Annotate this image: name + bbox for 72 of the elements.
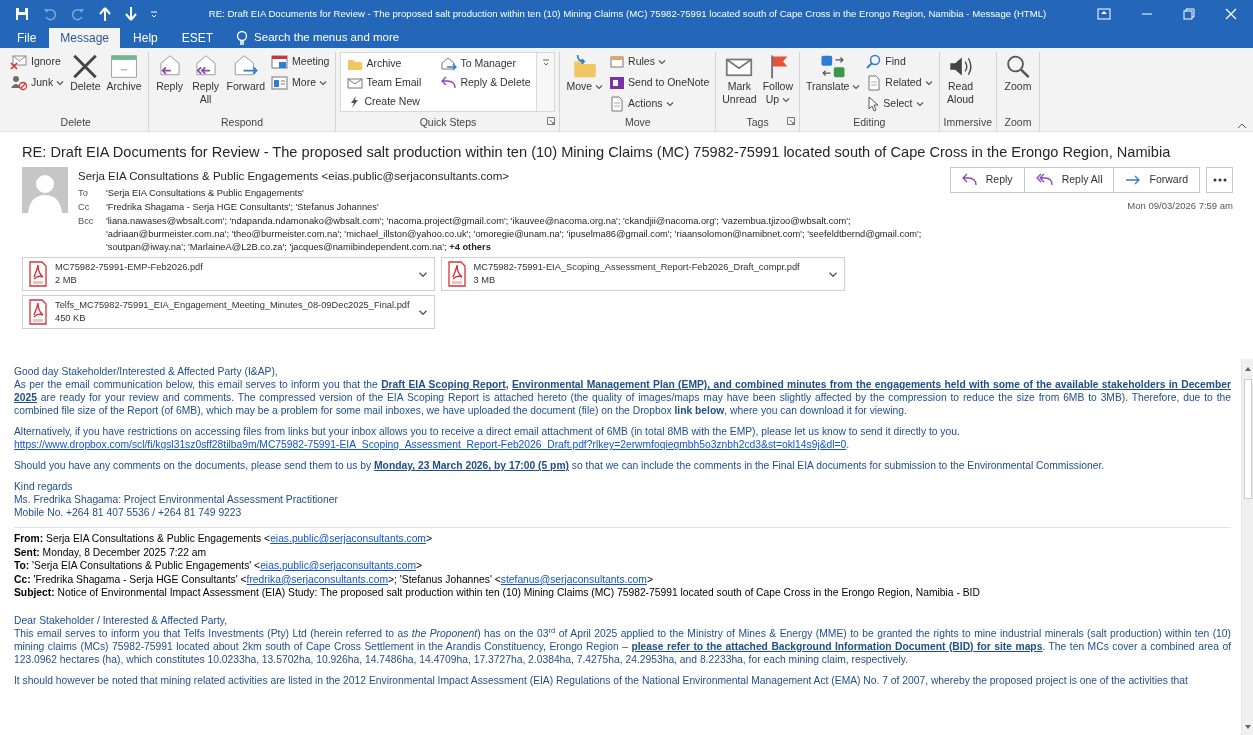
- ribbon-button[interactable]: Reply & Delete: [439, 73, 533, 92]
- ribbon-button[interactable]: Reply: [152, 52, 187, 115]
- body-text: This email serves to inform you that Telfs Investments (Pty) Ltd (herein referred to as the Proponent) has on the 03$^{rd}$ of April 2025 applied to the Ministry of Mines & Energy (MME) to be granted the rights to mine industrial minerals (salt production) within ten (10) mining claims (MCs) 75982-75991 located about 2km south of Cape Cross Settlement in the Arandis Constituency, Erongo Region – please refer to the attached Background Information Document (BID) for site maps. The ten MCs cover a combined area of 123.0962 hectares (ha), which constitutes 10.0233ha, 13.5702ha, 10.926ha, 14.7486ha, 14.4709ha, 17.3727ha, 2.0384ha, 7.4275ha, 24.2953ha, and 8.2233ha, for each mining claim, respectively.: [14, 626, 1231, 666]
- group-label: Delete: [60, 116, 91, 128]
- link[interactable]: stefanus@serjaconsultants.com: [500, 573, 647, 585]
- ribbon-button[interactable]: Create New: [345, 92, 426, 111]
- group-label: Move: [625, 116, 651, 128]
- ribbon-button[interactable]: Translate: [804, 52, 863, 115]
- recipient-list: 'liana.nawases@wbsalt.com'; 'ndapanda.ndamonako@wbsalt.com'; 'nacoma.project@gmail.com'; 'ikauvee@nacoma.org.na'; 'ckandjii@nacoma.org'; 'vazembua.tjizoo@wbsalt.com'; 'adriaan@burmeister.com.na'; 'theo@burmeister.com.na'; 'michael_illston@yahoo.co.uk'; 'omoregie@unam.na'; 'ipuselma86@gmail.com'; 'riaansolomon@namibnet.com'; 'seefeldtbernd@gmail.com'; 'soutpan@iway.na'; 'MarlaineA@L2B.co.za'; 'jacques@namibindependent.com.na'; +4 others: [106, 215, 940, 255]
- date-text: Mon 09/03/2026 7:59 am: [1127, 199, 1233, 213]
- ribbon-tab[interactable]: Help: [122, 28, 169, 48]
- sender-text: Serja EIA Consultations & Public Engagements <eias.public@serjaconsultants.com>: [78, 169, 511, 184]
- recipient-list: 'Fredrika Shagama - Serja HGE Consultants'; 'Stefanus Johannes': [106, 201, 379, 215]
- ribbon-button[interactable]: Junk: [8, 73, 67, 92]
- ribbon-tab[interactable]: File: [6, 28, 48, 48]
- attachment[interactable]: Telfs_MC75982-75991_EIA_Engagement_Meeting_Minutes_08-09Dec2025_Final.pdf 450 KB: [22, 295, 435, 330]
- link[interactable]: fredrika@serjaconsultants.com: [246, 573, 389, 585]
- ribbon-button[interactable]: Meeting: [269, 52, 332, 71]
- ribbon-button[interactable]: Archive: [104, 52, 144, 115]
- ribbon-button[interactable]: Select: [864, 94, 935, 113]
- group-label: Respond: [221, 116, 263, 128]
- recipient-list: 'Serja EIA Consultations & Public Engagements': [106, 187, 304, 201]
- recipient-label: Bcc: [78, 215, 95, 229]
- ribbon-button[interactable]: Find: [864, 52, 935, 71]
- body-text: As per the email communication below, this email serves to inform you that the Draft EIA Scoping Report, Environmental Management Plan (EMP), and combined minutes from the engagements held with some of the available stakeholders in December 2025 are ready for your review and comments. The compressed version of the EIA Scoping Report is attached hereto (the quality of images/maps may have been slightly affected by the compression to reduce the size from 6MB to 3MB). Therefore, due to the combined file size of the Report (of 6MB), which may be a problem for some mail inboxes, we have uploaded the document (file) on the Dropbox link below, where you can download it for viewing.: [14, 378, 1231, 418]
- recipient-label: Cc: [78, 201, 91, 215]
- group-label: Editing: [853, 116, 886, 128]
- email-header-line: Subject: Notice of Environmental Impact Assessment (EIA) Study: The proposed salt production within ten (10) Mining Claims (MC) 75982-75991 located south of Cape Cross in the Erongo Region, Namibia - BID: [14, 586, 981, 600]
- ribbon-button[interactable]: Ignore: [8, 52, 67, 71]
- email-header-line: Cc: 'Fredrika Shagama - Serja HGE Consultants' <fredrika@serjaconsultants.com>; 'Stefanus Johannes' <stefanus@serjaconsultants.com>: [14, 572, 654, 587]
- email-header-line: To: 'Serja EIA Consultations & Public Engagements' <eias.public@serjaconsultants.com>: [14, 559, 423, 573]
- ribbon-button[interactable]: Read Aloud: [943, 52, 978, 115]
- ribbon-button[interactable]: Move: [564, 52, 606, 115]
- attachment[interactable]: MC75982-75991-EMP-Feb2026.pdf 2 MB: [22, 257, 435, 292]
- ribbon-button[interactable]: Team Email: [345, 73, 426, 92]
- email-header-line: Sent: Monday, 8 December 2025 7:22 am: [14, 545, 208, 560]
- body-text: It should however be noted that mining related activities are listed in the 2012 Environmental Impact Assessment (EIA) Regulations of the National Environmental Management Act (EMA) No. 7 of 2007, whereby the proposed project is one of the activities that: [14, 673, 1189, 687]
- ribbon-button[interactable]: To Manager: [439, 54, 533, 73]
- body-text: Mobile No. +264 81 407 5536 / +264 81 749 9223: [14, 506, 243, 520]
- group-label: Immersive: [943, 116, 992, 128]
- body-text: Dear Stakeholder / Interested & Affected Party,: [14, 613, 229, 627]
- ribbon-button[interactable]: Related: [864, 73, 935, 92]
- subject-text: RE: Draft EIA Documents for Review - The proposed salt production within ten (10) Mining Claims (MC) 75982-75991 located south of Cape Cross in the Erongo Region, Namibia: [22, 143, 1172, 162]
- ribbon-button[interactable]: Rules: [607, 52, 712, 71]
- ribbon-button[interactable]: Actions: [607, 94, 712, 113]
- ribbon-button[interactable]: Send to OneNote: [607, 73, 712, 92]
- ribbon-button[interactable]: Follow Up: [760, 52, 796, 115]
- ribbon-button[interactable]: More: [269, 73, 332, 92]
- body-text: Kind regards: [14, 480, 74, 494]
- ribbon-button[interactable]: Mark Unread: [720, 52, 759, 115]
- ribbon-button[interactable]: Reply All: [188, 52, 223, 115]
- window-title: RE: Draft EIA Documents for Review - The proposed salt production within ten (10) Mining Claims (MC) 75982-75991 located south of Cape Cross in the Erongo Region, Namibia - Message (HTML): [207, 6, 1048, 21]
- ribbon-tab[interactable]: ESET: [170, 28, 225, 48]
- link[interactable]: eias.public@serjaconsultants.com: [270, 533, 426, 545]
- ribbon-button[interactable]: Zoom: [1000, 52, 1035, 115]
- body-text: Alternatively, if you have restrictions on accessing files from links but your inbox allows you to receive a direct email attachment of 6MB (in total 8MB with the EMP), please let us know to send it directly to you.: [14, 425, 961, 439]
- ribbon-button[interactable]: Delete: [68, 52, 103, 115]
- recipient-label: To: [78, 187, 89, 201]
- group-label: Tags: [746, 116, 769, 128]
- attachment[interactable]: MC75982-75991-EIA_Scoping_Assessment_Report-Feb2026_Draft_compr.pdf 3 MB: [440, 257, 845, 292]
- ribbon-tab[interactable]: Message: [49, 28, 121, 48]
- ribbon-button[interactable]: Forward: [224, 52, 268, 115]
- group-label: Quick Steps: [419, 116, 477, 128]
- body-text: https://www.dropbox.com/scl/fi/kgsl31sz0sff28tilba9m/MC75982-75991-EIA_Scoping_Assessment_Report-Feb2026_Draft.pdf?rlkey=2erwmfoqiegmbh5o3znbh2cd3&st=okl14s9j&dl=0.: [14, 438, 851, 452]
- search-field[interactable]: Search the menus and more: [254, 29, 425, 47]
- body-text: Should you have any comments on the documents, please send them to us by Monday, 23 March 2026, by 17:00 (5 pm) so that we can include the comments in the Final EIA documents for submission to the Environmental Commissioner.: [14, 459, 1106, 473]
- group-label: Zoom: [1004, 116, 1032, 128]
- email-header-line: From: Serja EIA Consultations & Public Engagements <eias.public@serjaconsultants.com>: [14, 532, 433, 546]
- body-text: Good day Stakeholder/Interested & Affected Party (I&AP),: [14, 365, 279, 379]
- ribbon-button[interactable]: Archive: [345, 54, 426, 73]
- link[interactable]: eias.public@serjaconsultants.com: [260, 560, 416, 572]
- body-text: Ms. Fredrika Shagama: Project Environmental Assessment Practitioner: [14, 493, 339, 507]
